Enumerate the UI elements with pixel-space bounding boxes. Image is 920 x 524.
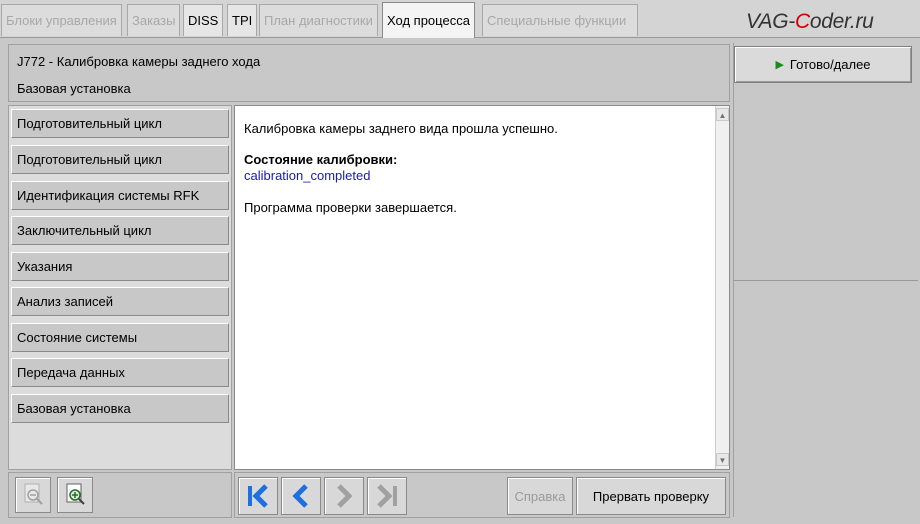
skip-last-icon <box>377 484 397 508</box>
zoom-out-icon <box>24 483 43 505</box>
menu-item-rfk-identification[interactable]: Идентификация системы RFK <box>11 181 229 210</box>
tab-special-functions[interactable]: Специальные функции <box>482 4 638 36</box>
zoom-in-button[interactable] <box>57 477 93 513</box>
ready-next-label: Готово/далее <box>789 57 871 72</box>
last-step-button[interactable] <box>367 477 407 515</box>
procedure-title: J772 - Калибровка камеры заднего хода <box>17 54 261 69</box>
site-logo: VAG-Coder.ru <box>746 10 874 34</box>
logo-text-2: C <box>794 10 810 33</box>
menu-item-final-cycle[interactable]: Заключительный цикл <box>11 216 229 245</box>
next-step-button[interactable] <box>324 477 364 515</box>
help-button[interactable]: Справка <box>507 477 573 515</box>
ready-next-button[interactable]: ▶ Готово/далее <box>734 46 912 83</box>
tab-orders[interactable]: Заказы <box>127 4 181 36</box>
menu-item-instructions[interactable]: Указания <box>11 252 229 281</box>
menu-item-system-state[interactable]: Состояние системы <box>11 323 229 352</box>
procedure-header: J772 - Калибровка камеры заднего хода Ба… <box>8 44 730 102</box>
calibration-status-value: calibration_completed <box>244 168 371 183</box>
scroll-down-icon[interactable]: ▼ <box>716 453 729 466</box>
scroll-up-icon[interactable]: ▲ <box>716 108 729 121</box>
menu-item-basic-setting[interactable]: Базовая установка <box>11 394 229 423</box>
tab-diss[interactable]: DISS <box>183 4 224 36</box>
previous-step-button[interactable] <box>281 477 321 515</box>
logo-text-1: VAG- <box>746 10 795 33</box>
chevron-right-icon <box>337 484 353 508</box>
zoom-toolbar <box>8 472 232 518</box>
calibration-status-label: Состояние калибровки: <box>244 152 398 167</box>
chevron-left-icon <box>292 484 308 508</box>
procedure-subtitle: Базовая установка <box>17 81 131 96</box>
tab-tpi[interactable]: TPI <box>227 4 258 36</box>
step-menu: Подготовительный цикл Подготовительный ц… <box>8 105 232 470</box>
tab-process[interactable]: Ход процесса <box>382 2 475 38</box>
zoom-out-button[interactable] <box>15 477 51 513</box>
menu-item-prep-cycle-1[interactable]: Подготовительный цикл <box>11 109 229 138</box>
vertical-scrollbar[interactable]: ▲ ▼ <box>715 106 729 469</box>
logo-text-3: oder.ru <box>809 10 874 33</box>
menu-item-data-transfer[interactable]: Передача данных <box>11 358 229 387</box>
tab-control-units[interactable]: Блоки управления <box>1 4 122 36</box>
navigation-toolbar: Справка Прервать проверку <box>234 472 730 518</box>
tab-diagnosis-plan[interactable]: План диагностики <box>259 4 378 36</box>
zoom-in-icon <box>66 483 85 505</box>
abort-test-button[interactable]: Прервать проверку <box>576 477 726 515</box>
menu-item-prep-cycle-2[interactable]: Подготовительный цикл <box>11 145 229 174</box>
result-message: Калибровка камеры заднего вида прошла ус… <box>244 121 558 136</box>
menu-item-records-analysis[interactable]: Анализ записей <box>11 287 229 316</box>
play-icon: ▶ <box>775 59 784 71</box>
first-step-button[interactable] <box>238 477 278 515</box>
program-ending-message: Программа проверки завершается. <box>244 200 457 215</box>
message-panel: Калибровка камеры заднего вида прошла ус… <box>234 105 730 470</box>
skip-first-icon <box>248 484 268 508</box>
right-panel-divider <box>733 280 918 281</box>
